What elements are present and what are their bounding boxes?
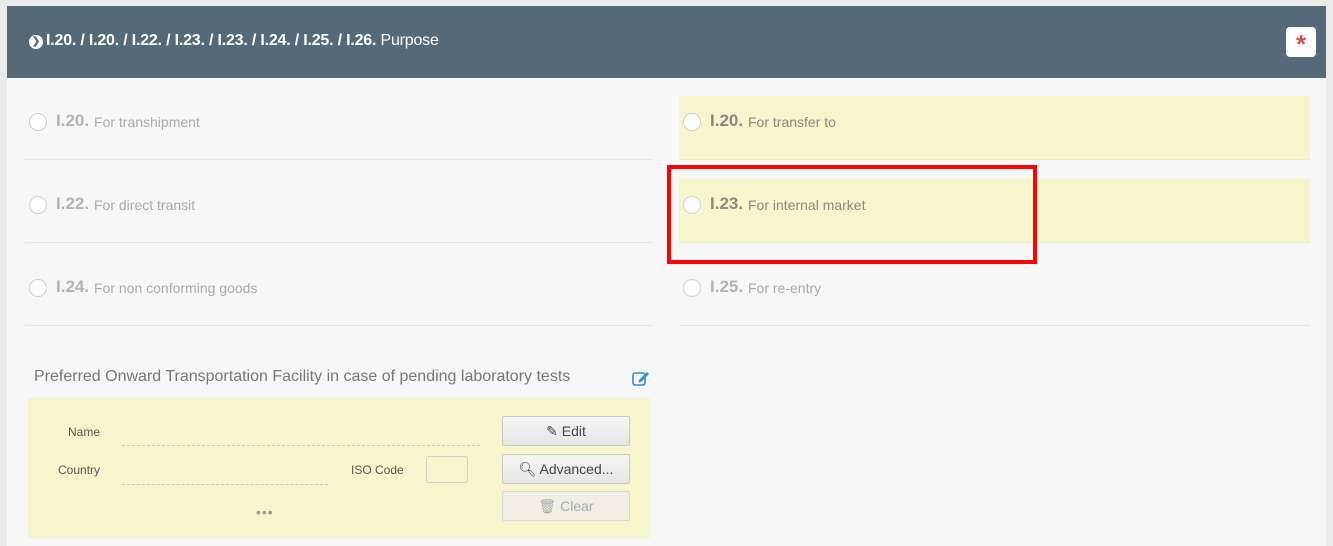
- option-code: I.20.: [56, 111, 90, 130]
- advanced-search-button[interactable]: 🔍︎ Advanced...: [502, 454, 630, 484]
- annotation-highlight-box: [667, 165, 1037, 264]
- option-label: For direct transit: [94, 197, 196, 213]
- option-label: For non conforming goods: [94, 280, 258, 296]
- option-re-entry[interactable]: I.25. For re-entry: [679, 262, 1310, 326]
- header-codes: I.20. / I.20. / I.22. / I.23. / I.23. / …: [46, 32, 377, 49]
- name-field[interactable]: [122, 445, 480, 446]
- name-label: Name: [68, 425, 101, 439]
- edit-button[interactable]: ✎ Edit: [502, 416, 630, 446]
- required-asterisk-icon: *: [1286, 27, 1316, 59]
- more-options-icon[interactable]: •••: [256, 504, 274, 520]
- trash-icon: 🗑︎: [538, 498, 557, 514]
- edit-button-label: Edit: [561, 423, 586, 439]
- country-label: Country: [58, 463, 101, 477]
- radio-button[interactable]: [29, 196, 47, 214]
- advanced-button-label: Advanced...: [539, 461, 614, 477]
- option-label: For transhipment: [94, 114, 200, 130]
- radio-button[interactable]: [29, 279, 47, 297]
- iso-code-label: ISO Code: [351, 463, 404, 477]
- radio-button[interactable]: [683, 279, 701, 297]
- iso-code-input[interactable]: [426, 456, 468, 483]
- facility-form: Name Country ISO Code ••• ✎ Edit 🔍︎ Adva…: [28, 398, 650, 538]
- option-code: I.20.: [710, 111, 744, 130]
- option-transhipment[interactable]: I.20. For transhipment: [25, 96, 653, 160]
- option-code: I.24.: [56, 277, 90, 296]
- option-transfer-to[interactable]: I.20. For transfer to: [679, 96, 1310, 160]
- header-label: Purpose: [380, 32, 439, 49]
- search-icon: 🔍︎: [518, 461, 537, 477]
- clear-button-label: Clear: [560, 498, 594, 514]
- option-non-conforming-goods[interactable]: I.24. For non conforming goods: [25, 262, 653, 326]
- radio-button[interactable]: [683, 113, 701, 131]
- panel-title: ❯ I.20. / I.20. / I.22. / I.23. / I.23. /…: [29, 32, 439, 50]
- edit-icon[interactable]: [632, 370, 650, 386]
- clear-button[interactable]: 🗑︎ Clear: [502, 491, 630, 521]
- option-code: I.25.: [710, 277, 744, 296]
- radio-button[interactable]: [29, 113, 47, 131]
- pencil-square-icon: ✎: [546, 423, 558, 439]
- facility-section-title: Preferred Onward Transportation Facility…: [34, 368, 571, 385]
- option-direct-transit[interactable]: I.22. For direct transit: [25, 179, 653, 243]
- chevron-circle-right-icon: ❯: [29, 35, 43, 49]
- option-label: For re-entry: [748, 280, 822, 296]
- panel-header[interactable]: ❯ I.20. / I.20. / I.22. / I.23. / I.23. /…: [7, 6, 1326, 78]
- option-code: I.22.: [56, 194, 90, 213]
- option-label: For transfer to: [748, 114, 836, 130]
- country-field[interactable]: [122, 484, 328, 485]
